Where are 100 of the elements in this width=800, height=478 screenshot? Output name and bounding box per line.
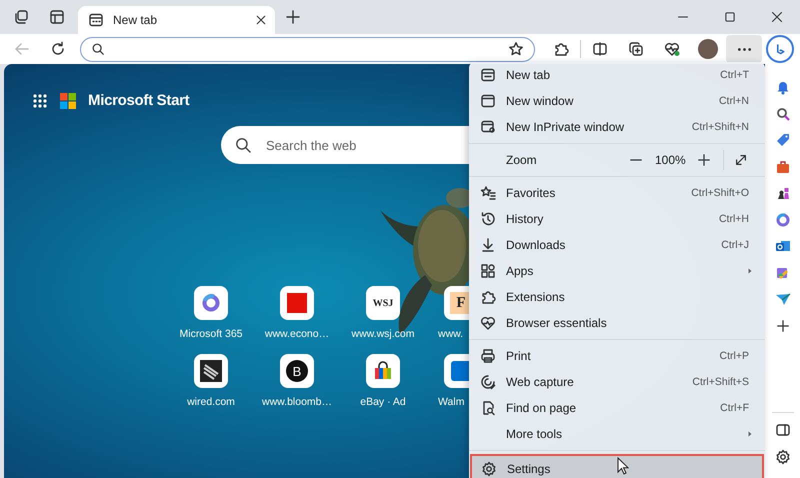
shopping-bag-icon: [373, 361, 393, 381]
magazine-logo-icon: [287, 293, 307, 313]
shortcut-text: Ctrl+N: [718, 95, 749, 107]
new-tab-icon: [88, 12, 104, 28]
menu-item[interactable]: New window Ctrl+N: [469, 88, 765, 114]
submenu-arrow-icon: [746, 430, 754, 438]
window-icon: [49, 9, 65, 25]
web-search-field[interactable]: Search the web: [221, 126, 469, 164]
plus-icon: [697, 153, 711, 167]
shortcut-text: Ctrl+T: [720, 69, 749, 81]
puzzle-icon: [553, 41, 569, 57]
shortcut-text: Ctrl+Shift+O: [691, 187, 749, 199]
star-icon[interactable]: [508, 41, 524, 57]
site-label: www.econo…: [264, 328, 330, 340]
site-label: www.wsj.com: [351, 328, 414, 340]
toolbox-icon: [774, 158, 790, 175]
zoom-label: Zoom: [506, 153, 538, 167]
diagonal-arrows-icon: [734, 153, 748, 167]
history-clock-icon: [480, 211, 496, 227]
shortcut-text: Ctrl+Shift+S: [692, 376, 749, 388]
settings-icon: [774, 448, 790, 465]
site-tile[interactable]: B: [280, 354, 314, 388]
site-tile[interactable]: [194, 286, 228, 320]
site-tile[interactable]: [280, 286, 314, 320]
four-squares-logo-icon: [60, 92, 76, 108]
site-label: Walm: [438, 396, 464, 408]
split-screen-icon: [592, 41, 608, 57]
close-icon[interactable]: [255, 14, 267, 26]
search-icon: [91, 42, 105, 56]
shortcut-text: Ctrl+P: [720, 350, 749, 362]
logo-text: F: [450, 292, 469, 314]
site-tile[interactable]: [194, 354, 228, 388]
app-grid-icon[interactable]: [32, 92, 48, 108]
site-tile[interactable]: [444, 354, 469, 388]
apps-grid-icon: [480, 263, 496, 279]
avatar-circle: [698, 39, 718, 59]
site-label: Microsoft 365: [179, 328, 243, 340]
plus-icon: [776, 318, 790, 333]
maximize-icon: [724, 11, 736, 23]
zoom-value: 100%: [655, 153, 685, 167]
site-tile[interactable]: F: [444, 286, 469, 320]
store-logo-icon: [451, 361, 469, 381]
menu-item[interactable]: More tools: [469, 421, 765, 447]
heart-pulse-icon: [480, 315, 496, 331]
private-window-icon: [480, 119, 496, 135]
site-tile[interactable]: [366, 354, 400, 388]
menu-item[interactable]: Favorites Ctrl+Shift+O: [469, 180, 765, 206]
search-icon: [235, 136, 252, 154]
shortcut-text: Ctrl+H: [718, 213, 749, 225]
three-dots-icon: [738, 48, 750, 50]
menu-item[interactable]: Extensions: [469, 284, 765, 310]
star-list-icon: [480, 185, 496, 201]
menu-item[interactable]: History Ctrl+H: [469, 206, 765, 232]
download-arrow-icon: [480, 237, 496, 253]
shortcut-text: Ctrl+F: [720, 402, 749, 414]
copilot-button[interactable]: [766, 35, 794, 63]
refresh-icon: [50, 41, 66, 57]
stripes-logo-icon: [200, 360, 222, 382]
new-tab-icon: [480, 67, 496, 83]
menu-item[interactable]: Settings: [470, 454, 764, 478]
menu-item[interactable]: Find on page Ctrl+F: [469, 395, 765, 421]
ring-logo-icon: [201, 293, 221, 313]
menu-item[interactable]: New InPrivate window Ctrl+Shift+N: [469, 114, 765, 140]
heart-pulse-icon: [664, 41, 680, 57]
site-label: eBay · Ad: [360, 396, 406, 408]
mouse-cursor-icon: [617, 457, 629, 475]
tag-icon: [774, 132, 790, 148]
collections-icon: [628, 41, 644, 57]
paper-plane-icon: [774, 291, 790, 308]
plus-icon: [285, 9, 301, 25]
ring-logo-icon: [774, 212, 790, 228]
menu-item[interactable]: Browser essentials: [469, 310, 765, 336]
tab-title: New tab: [113, 13, 158, 27]
menu-item[interactable]: Apps: [469, 258, 765, 284]
site-label: wired.com: [187, 396, 235, 408]
brand-name: Microsoft Start: [88, 92, 190, 109]
stacked-squares-icon: [13, 9, 29, 25]
site-label: www.: [438, 328, 464, 340]
close-icon: [770, 11, 782, 23]
menu-item[interactable]: Downloads Ctrl+J: [469, 232, 765, 258]
browser-tab[interactable]: New tab: [78, 6, 275, 34]
search-icon: [774, 106, 790, 122]
back-arrow-icon: [14, 41, 30, 57]
menu-item[interactable]: Print Ctrl+P: [469, 343, 765, 369]
puzzle-icon: [480, 289, 496, 305]
menu-item[interactable]: New tab Ctrl+T: [469, 62, 765, 88]
capture-icon: [480, 374, 496, 390]
logo-text: WSJ: [372, 298, 394, 308]
settings-icon: [481, 461, 497, 477]
site-label: www.bloomb…: [262, 396, 332, 408]
logo-circle: B: [286, 360, 308, 382]
search-placeholder: Search the web: [266, 138, 356, 152]
shortcut-text: Ctrl+J: [721, 239, 749, 251]
submenu-arrow-icon: [746, 267, 754, 275]
menu-item[interactable]: Web capture Ctrl+Shift+S: [469, 369, 765, 395]
site-tile[interactable]: WSJ: [366, 286, 400, 320]
panel-icon: [774, 422, 790, 438]
window-icon: [480, 93, 496, 109]
shortcut-text: Ctrl+Shift+N: [692, 121, 749, 133]
printer-icon: [480, 348, 496, 364]
